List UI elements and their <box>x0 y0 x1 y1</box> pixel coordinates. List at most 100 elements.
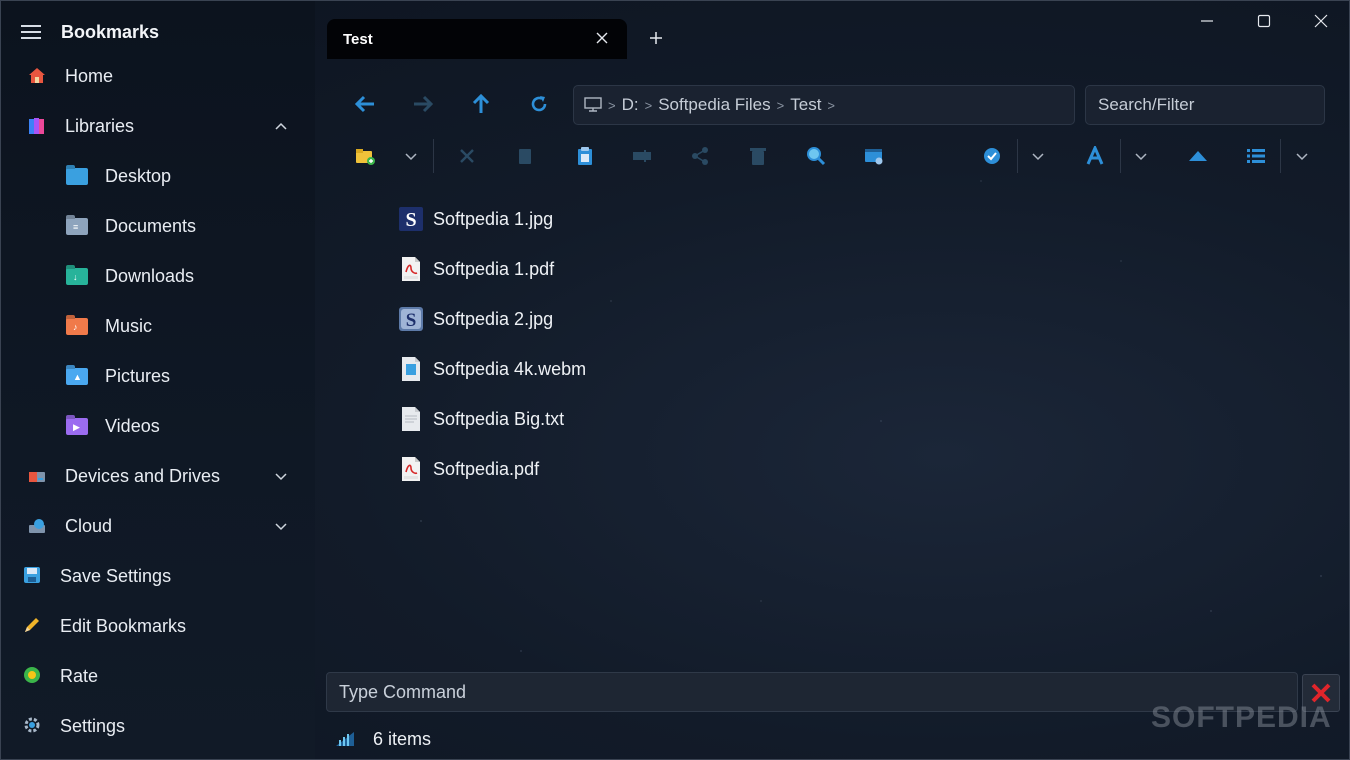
sidebar-item-label: Cloud <box>65 515 113 536</box>
delete-button[interactable] <box>745 143 771 169</box>
sidebar-item-label: Rate <box>60 665 99 686</box>
search-box <box>1085 85 1325 125</box>
sidebar-item-label: Home <box>65 65 114 86</box>
cut-icon <box>460 149 474 163</box>
find-button[interactable] <box>803 143 829 169</box>
app-window: Bookmarks Home Libraries Desktop ≡ Docum… <box>0 0 1350 760</box>
signal-bars-icon <box>335 731 355 747</box>
sidebar-item-save-settings[interactable]: Save Settings <box>1 554 315 598</box>
sidebar-item-edit-bookmarks[interactable]: Edit Bookmarks <box>1 604 315 648</box>
pdf-file-icon <box>399 256 423 282</box>
breadcrumb-softpedia-files[interactable]: Softpedia Files <box>658 95 770 115</box>
list-item[interactable]: Softpedia Big.txt <box>399 403 659 435</box>
up-button[interactable] <box>467 91 495 117</box>
properties-button[interactable] <box>861 143 887 169</box>
sidebar-item-devices-and-drives[interactable]: Devices and Drives <box>1 454 315 498</box>
status-bar: 6 items <box>335 727 431 751</box>
add-tab-icon[interactable] <box>647 29 665 47</box>
chevron-down-icon <box>1296 153 1308 161</box>
sidebar: Bookmarks Home Libraries Desktop ≡ Docum… <box>1 1 315 759</box>
sidebar-item-label: Devices and Drives <box>65 465 221 486</box>
svg-text:S: S <box>405 209 416 231</box>
refresh-button[interactable] <box>525 91 553 117</box>
breadcrumb-test[interactable]: Test <box>790 95 821 115</box>
triangle-up-icon <box>1189 151 1207 161</box>
close-tab-icon[interactable] <box>595 31 609 45</box>
sidebar-item-pictures[interactable]: ▲ Pictures <box>1 354 315 398</box>
arrow-up-icon <box>472 93 490 113</box>
maximize-button[interactable] <box>1252 11 1276 31</box>
sidebar-item-settings[interactable]: Settings <box>1 704 315 748</box>
breadcrumb-drive[interactable]: D: <box>622 95 639 115</box>
forward-button[interactable] <box>409 91 437 117</box>
libraries-icon <box>27 116 47 136</box>
select-button[interactable] <box>979 143 1005 169</box>
cut-button[interactable] <box>454 143 480 169</box>
sidebar-item-documents[interactable]: ≡ Documents <box>1 204 315 248</box>
paste-icon <box>578 147 592 165</box>
sidebar-item-desktop[interactable]: Desktop <box>1 154 315 198</box>
sidebar-item-label: Libraries <box>65 115 135 136</box>
list-item[interactable]: Softpedia.pdf <box>399 453 659 485</box>
font-icon <box>1086 146 1104 165</box>
chevron-up-icon[interactable] <box>273 118 289 134</box>
sidebar-item-videos[interactable]: ▶ Videos <box>1 404 315 448</box>
sidebar-item-cloud[interactable]: Cloud <box>1 504 315 548</box>
pencil-icon <box>23 616 43 636</box>
back-button[interactable] <box>351 91 379 117</box>
hamburger-menu-icon[interactable] <box>21 25 41 39</box>
close-window-button[interactable] <box>1309 11 1333 31</box>
sidebar-item-home[interactable]: Home <box>1 54 315 98</box>
breadcrumb-separator: > <box>608 97 616 113</box>
new-menu-dropdown[interactable] <box>398 143 424 169</box>
chevron-down-icon[interactable] <box>273 468 289 484</box>
rename-button[interactable] <box>629 143 655 169</box>
font-button[interactable] <box>1082 143 1108 169</box>
command-input[interactable] <box>337 673 1281 711</box>
sidebar-title: Bookmarks <box>61 21 160 42</box>
svg-text:S: S <box>406 310 417 331</box>
sidebar-item-libraries[interactable]: Libraries <box>1 104 315 148</box>
view-menu-dropdown[interactable] <box>1289 143 1315 169</box>
chevron-down-icon[interactable] <box>273 518 289 534</box>
sort-button[interactable] <box>1185 143 1211 169</box>
magnifier-icon <box>807 147 826 166</box>
select-menu-dropdown[interactable] <box>1025 143 1051 169</box>
list-item[interactable]: S Softpedia 1.jpg <box>399 203 659 235</box>
copy-button[interactable] <box>512 143 538 169</box>
minimize-button[interactable] <box>1195 11 1219 31</box>
downloads-folder-icon: ↓ <box>66 267 88 285</box>
save-icon <box>23 566 43 586</box>
jpg-file-icon: S <box>399 306 423 332</box>
file-name: Softpedia Big.txt <box>433 408 565 429</box>
paste-button[interactable] <box>572 143 598 169</box>
copy-icon <box>519 149 531 164</box>
drives-icon <box>27 466 47 486</box>
view-button[interactable] <box>1243 143 1269 169</box>
sidebar-item-label: Edit Bookmarks <box>60 615 187 636</box>
home-icon <box>27 66 47 86</box>
sidebar-item-rate[interactable]: Rate <box>1 654 315 698</box>
list-item[interactable]: Softpedia 1.pdf <box>399 253 659 285</box>
chevron-down-icon <box>1032 153 1044 161</box>
search-input[interactable] <box>1096 86 1310 124</box>
tab-test[interactable]: Test <box>327 19 627 59</box>
toolbar-divider <box>1017 139 1018 173</box>
sidebar-item-label: Videos <box>105 415 160 436</box>
new-folder-button[interactable] <box>352 143 378 169</box>
sidebar-item-downloads[interactable]: ↓ Downloads <box>1 254 315 298</box>
share-button[interactable] <box>687 143 713 169</box>
file-name: Softpedia 4k.webm <box>433 358 587 379</box>
list-item[interactable]: S Softpedia 2.jpg <box>399 303 659 335</box>
maximize-icon <box>1257 14 1271 28</box>
address-bar[interactable]: > D: > Softpedia Files > Test > <box>573 85 1075 125</box>
pdf-file-icon <box>399 456 423 482</box>
font-menu-dropdown[interactable] <box>1128 143 1154 169</box>
list-item[interactable]: Softpedia 4k.webm <box>399 353 659 385</box>
close-icon <box>1314 14 1328 28</box>
gear-icon <box>23 716 43 736</box>
arrow-left-icon <box>354 95 374 113</box>
sidebar-item-music[interactable]: ♪ Music <box>1 304 315 348</box>
sidebar-header: Bookmarks <box>21 17 159 47</box>
cloud-icon <box>27 516 47 536</box>
